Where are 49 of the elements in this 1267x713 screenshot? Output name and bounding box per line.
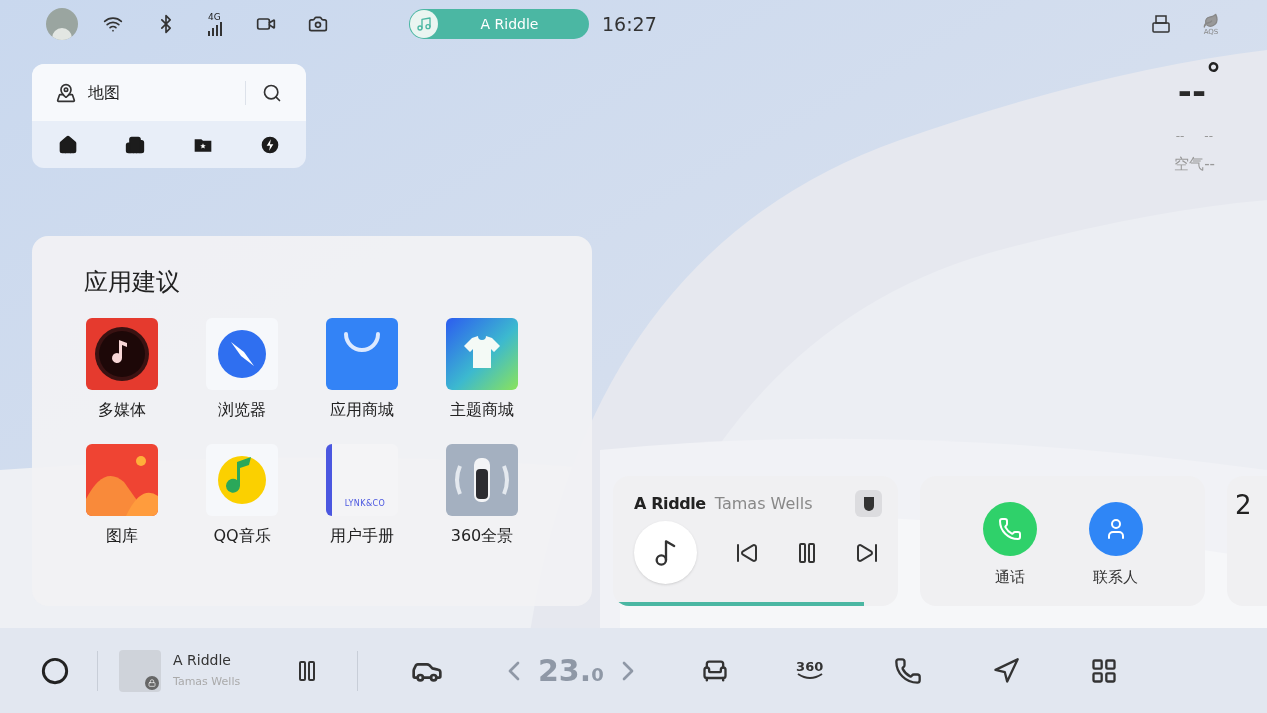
track-title: A Riddle (173, 651, 232, 671)
app-label[interactable]: 浏览器 (218, 398, 266, 422)
air-quality: 空气-- (1174, 154, 1215, 175)
temperature: -- (1177, 70, 1206, 113)
temperature-setting: 23.0 (538, 655, 604, 686)
contacts-button[interactable] (1088, 502, 1143, 556)
card-title: 应用建议 (84, 270, 181, 294)
weather-reading: -- (1204, 128, 1213, 145)
track-artist: Tamas Wells (173, 674, 242, 691)
brand-text: LYNK&CO (344, 500, 386, 508)
usb-source-icon[interactable] (855, 490, 882, 517)
manual-book-icon[interactable]: LYNK&CO (326, 444, 398, 516)
app-label[interactable]: 360全景 (450, 524, 514, 548)
building-icon[interactable] (125, 134, 146, 155)
camera-icon[interactable] (308, 14, 328, 34)
card-text: 2 (1235, 490, 1252, 520)
phone-icon (997, 517, 1022, 541)
home-button[interactable] (41, 656, 69, 685)
button-label: 联系人 (1093, 567, 1138, 588)
degree-unit: ° (1206, 60, 1221, 90)
album-art[interactable] (119, 649, 161, 692)
app-label[interactable]: 图库 (106, 524, 138, 548)
phone-icon[interactable] (893, 656, 922, 685)
map-icon[interactable] (56, 82, 76, 103)
car-top-view-icon[interactable] (446, 444, 518, 516)
usb-drive-icon[interactable] (1151, 14, 1171, 34)
music-note-icon (416, 16, 432, 32)
app-label[interactable]: QQ音乐 (213, 524, 271, 548)
weather-reading: -- (1175, 128, 1185, 145)
t-shirt-icon[interactable] (446, 318, 518, 390)
navigation-icon[interactable] (991, 656, 1020, 685)
artist-name: Tamas Wells (714, 492, 813, 515)
wifi-icon[interactable] (103, 14, 123, 34)
button-label: 通话 (994, 567, 1025, 588)
clock: 16:27 (602, 11, 657, 37)
app-label[interactable]: 用户手册 (330, 524, 394, 548)
album-art-button[interactable] (634, 521, 697, 584)
record-icon[interactable] (86, 318, 158, 390)
music-note-icon[interactable] (206, 444, 278, 516)
search-icon[interactable] (262, 82, 282, 103)
app-grid-icon[interactable] (1089, 656, 1118, 685)
lightning-icon[interactable] (260, 134, 280, 155)
home-icon[interactable] (58, 134, 78, 155)
song-title: A Riddle (634, 492, 706, 515)
app-label[interactable]: 主题商城 (450, 398, 514, 422)
app-label[interactable]: 应用商城 (330, 398, 394, 422)
app-label[interactable]: 多媒体 (98, 398, 146, 422)
compass-icon[interactable] (206, 318, 278, 390)
shopping-bag-icon[interactable] (326, 318, 398, 390)
